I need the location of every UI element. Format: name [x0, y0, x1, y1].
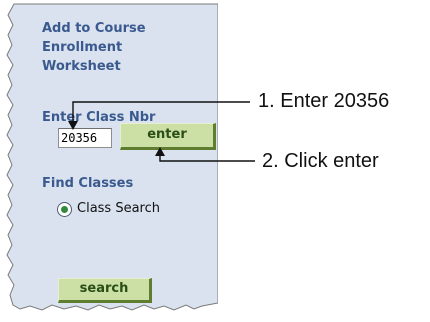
- callout-1-arrowhead-icon: [68, 121, 78, 130]
- callout-2-arrowhead-icon: [155, 147, 165, 156]
- callout-step-1: 1. Enter 20356: [258, 90, 390, 112]
- callout-step-2: 2. Click enter: [262, 150, 379, 172]
- callout-2-line: [159, 152, 255, 162]
- callout-1-line: [72, 101, 250, 124]
